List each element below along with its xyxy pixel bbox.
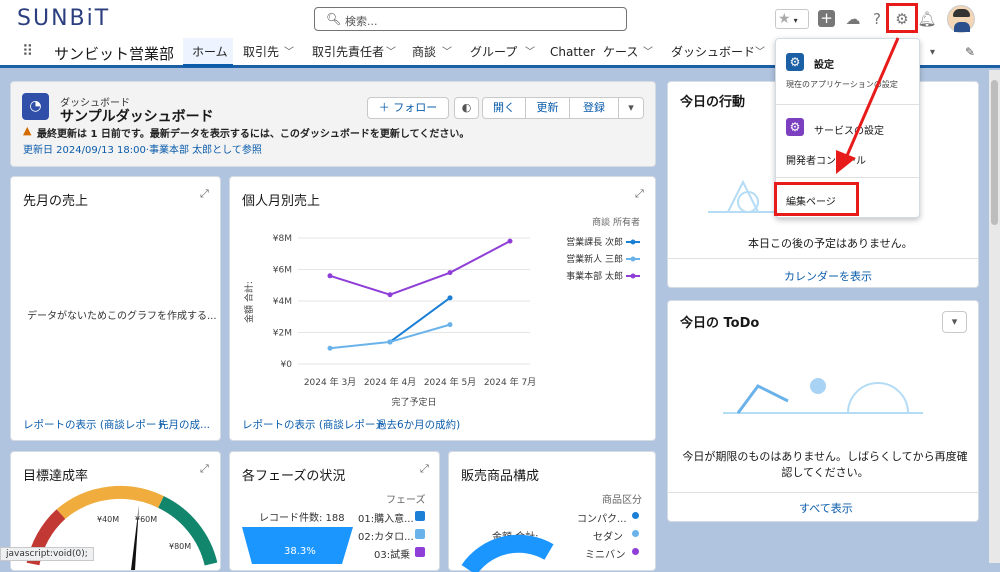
annotation-arrow [836,37,900,174]
status-bar: javascript:void(0); [0,547,94,561]
scrollbar[interactable] [989,70,1000,563]
